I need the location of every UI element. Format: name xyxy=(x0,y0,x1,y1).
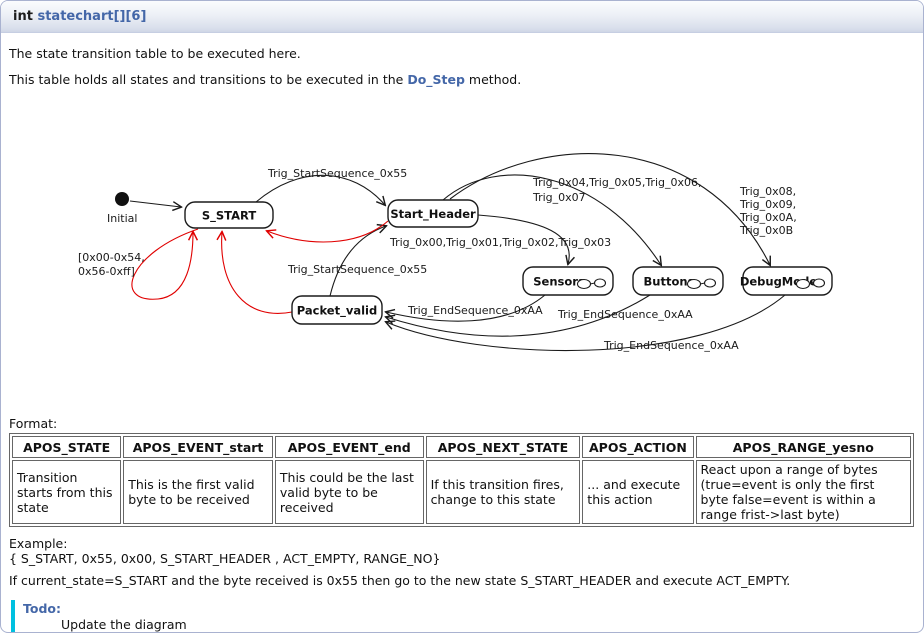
format-desc-cell: This could be the last valid byte to be … xyxy=(275,460,424,524)
format-desc-cell: Transition starts from this state xyxy=(12,460,121,524)
statechart-diagram-svg: S_STARTStart_HeaderSensorsButtonsDebugMo… xyxy=(0,125,924,390)
format-header-cell: APOS_NEXT_STATE xyxy=(426,436,581,458)
example-explanation: If current_state=S_START and the byte re… xyxy=(9,573,915,588)
edge-label: Trig_0x08, xyxy=(739,185,796,198)
todo-text: Update the diagram xyxy=(61,617,915,632)
initial-state-label: Initial xyxy=(107,212,137,225)
intro-paragraph-1: The state transition table to be execute… xyxy=(9,46,915,61)
format-table-desc-row: Transition starts from this state This i… xyxy=(12,460,911,524)
format-desc-cell: React upon a range of bytes (true=event … xyxy=(696,460,911,524)
edge-label: Trig_0x00,Trig_0x01,Trig_0x02,Trig_0x03 xyxy=(389,236,611,249)
state-label-s-start: S_START xyxy=(202,209,257,224)
intro-paragraph-2: This table holds all states and transiti… xyxy=(9,72,915,87)
transition-edge-start-header-error-to-s-start xyxy=(267,221,388,242)
edge-label: Trig_StartSequence_0x55 xyxy=(287,263,427,276)
todo-title: Todo: xyxy=(23,601,915,616)
edge-label: Trig_0x0A, xyxy=(739,211,797,224)
member-type: int xyxy=(13,9,33,24)
format-table-header-row: APOS_STATE APOS_EVENT_start APOS_EVENT_e… xyxy=(12,436,911,458)
format-header-cell: APOS_RANGE_yesno xyxy=(696,436,911,458)
edge-label: Trig_EndSequence_0xAA xyxy=(557,308,693,321)
format-header-cell: APOS_EVENT_start xyxy=(123,436,273,458)
transition-edge-packet-valid-to-start-header xyxy=(330,226,386,296)
state-label-packet-valid: Packet_valid xyxy=(297,304,377,319)
example-caption: Example: xyxy=(9,536,67,551)
transition-edge-initial-to-s-start xyxy=(130,201,181,207)
state-label-sensors: Sensors xyxy=(533,275,585,289)
edge-label: Trig_0x04,Trig_0x05,Trig_0x06, xyxy=(532,176,702,189)
format-header-cell: APOS_STATE xyxy=(12,436,121,458)
edge-label: Trig_StartSequence_0x55 xyxy=(267,167,407,180)
member-title-bar: int statechart[][6] xyxy=(1,1,923,33)
statechart-diagram: S_STARTStart_HeaderSensorsButtonsDebugMo… xyxy=(0,125,915,390)
format-desc-cell: ... and execute this action xyxy=(582,460,693,524)
example-code: { S_START, 0x55, 0x00, S_START_HEADER , … xyxy=(9,551,440,566)
transition-edge-s-start-error-self-loop xyxy=(132,229,198,299)
member-doc-panel: int statechart[][6] The state transition… xyxy=(0,0,924,633)
intro-paragraph-2-suffix: method. xyxy=(465,72,521,87)
edge-label: 0x56-0xff] xyxy=(78,265,135,278)
edge-label: Trig_EndSequence_0xAA xyxy=(603,339,739,352)
format-desc-cell: This is the first valid byte to be recei… xyxy=(123,460,273,524)
member-doc-body: The state transition table to be execute… xyxy=(1,33,923,633)
format-table: APOS_STATE APOS_EVENT_start APOS_EVENT_e… xyxy=(9,433,914,527)
format-header-cell: APOS_ACTION xyxy=(582,436,693,458)
state-label-start-header: Start_Header xyxy=(390,207,476,222)
initial-state-dot xyxy=(115,192,129,206)
format-header-cell: APOS_EVENT_end xyxy=(275,436,424,458)
edge-label: [0x00-0x54, xyxy=(78,251,145,264)
state-label-buttons: Buttons xyxy=(644,275,695,289)
edge-label: Trig_0x07 xyxy=(532,191,586,204)
member-name-link[interactable]: statechart[][6] xyxy=(37,9,146,24)
do-step-link[interactable]: Do_Step xyxy=(407,72,465,87)
edge-label: Trig_EndSequence_0xAA xyxy=(407,304,543,317)
transition-edge-packet-valid-error-to-s-start xyxy=(222,232,292,313)
format-caption: Format: xyxy=(9,416,915,432)
intro-paragraph-2-text: This table holds all states and transiti… xyxy=(9,72,407,87)
edge-label: Trig_0x09, xyxy=(739,198,796,211)
edge-label: Trig_0x0B xyxy=(739,224,793,237)
todo-block: Todo: Update the diagram xyxy=(11,600,915,633)
format-desc-cell: If this transition fires, change to this… xyxy=(426,460,581,524)
example-block: Example:{ S_START, 0x55, 0x00, S_START_H… xyxy=(9,536,915,566)
